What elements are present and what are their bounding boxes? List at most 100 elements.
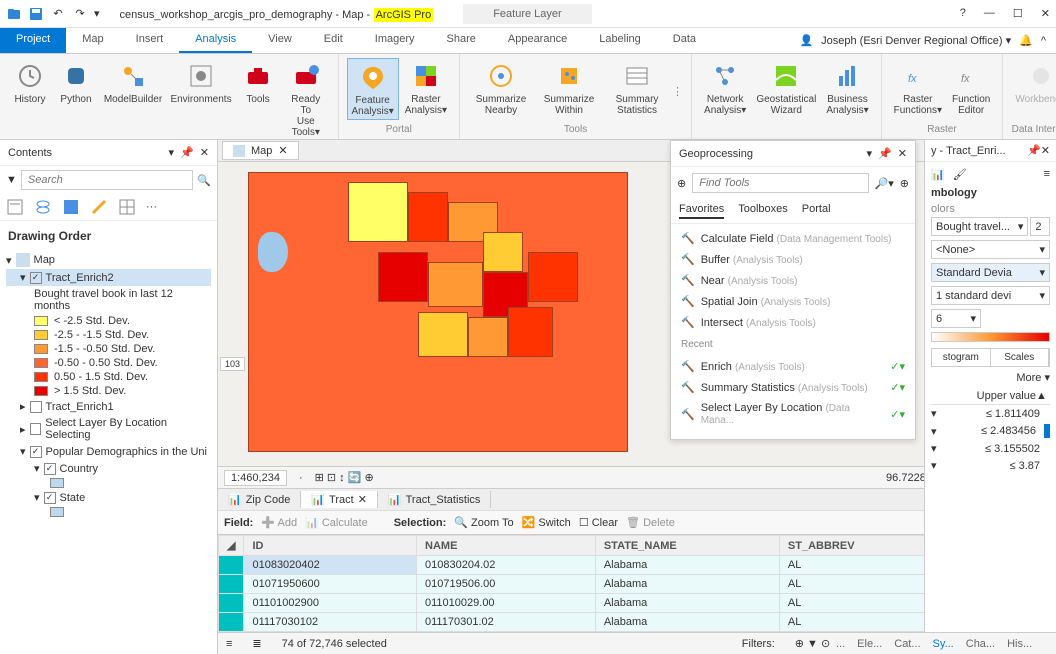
toc-layer-tract-enrich1[interactable]: ▸Tract_Enrich1 xyxy=(6,398,211,415)
footer-tab-cat[interactable]: Cat... xyxy=(888,638,926,650)
map-tools-icons[interactable]: ⊞ ⊡ ↕ 🔄 ⊕ xyxy=(315,471,374,484)
footer-tab-ele[interactable]: Ele... xyxy=(851,638,888,650)
filter-icon[interactable]: ▼ xyxy=(6,174,17,186)
gp-tool-item[interactable]: 🔨Spatial Join (Analysis Tools) xyxy=(671,291,915,312)
attr-tab-tract[interactable]: 📊 Tract ✕ xyxy=(301,491,378,508)
sym-more-button[interactable]: More ▾ xyxy=(931,367,1050,388)
tab-view[interactable]: View xyxy=(252,28,308,53)
sym-method-dd[interactable]: Standard Devia▾ xyxy=(931,263,1050,282)
clear-button[interactable]: ☐ Clear xyxy=(579,516,618,529)
list-by-editing-icon[interactable] xyxy=(90,198,108,216)
sym-field-count[interactable]: 2 xyxy=(1030,217,1050,236)
sym-tab-scales[interactable]: Scales xyxy=(991,349,1050,366)
sym-menu-icon[interactable]: ≡ xyxy=(1044,168,1050,181)
calculate-button[interactable]: 📊 Calculate xyxy=(305,516,368,529)
gp-search-icon[interactable]: 🔎▾ xyxy=(875,177,894,190)
sym-norm-dd[interactable]: <None>▾ xyxy=(931,240,1050,259)
help-button[interactable]: ? xyxy=(960,7,966,20)
gp-tool-item[interactable]: 🔨Near (Analysis Tools) xyxy=(671,270,915,291)
python-button[interactable]: Python xyxy=(54,58,98,107)
tab-analysis[interactable]: Analysis xyxy=(179,28,252,53)
undo-icon[interactable]: ↶ xyxy=(50,6,66,22)
gp-search-input[interactable] xyxy=(692,173,868,193)
toc-sublayer-country[interactable]: ▾✓Country xyxy=(6,460,211,477)
open-project-icon[interactable] xyxy=(6,6,22,22)
footer-tab-sy[interactable]: Sy... xyxy=(927,638,960,650)
sym-class-row[interactable]: ▾≤ 3.155502 xyxy=(931,440,1050,457)
toc-layer-demographics[interactable]: ▾✓Popular Demographics in the Uni xyxy=(6,443,211,460)
bell-icon[interactable]: 🔔 xyxy=(1019,34,1033,47)
gp-tool-item[interactable]: 🔨Enrich (Analysis Tools)✓▾ xyxy=(671,356,915,377)
gp-tool-item[interactable]: 🔨Buffer (Analysis Tools) xyxy=(671,249,915,270)
tab-data[interactable]: Data xyxy=(657,28,712,53)
function-editor-button[interactable]: fxFunction Editor xyxy=(948,58,994,118)
toc-layer-tract-enrich2[interactable]: ▾✓Tract_Enrich2 xyxy=(6,269,211,286)
tab-share[interactable]: Share xyxy=(431,28,492,53)
sym-class-row[interactable]: ▾≤ 1.811409 xyxy=(931,405,1050,422)
tab-imagery[interactable]: Imagery xyxy=(359,28,431,53)
toc-sublayer-state[interactable]: ▾✓State xyxy=(6,489,211,506)
raster-analysis-button[interactable]: Raster Analysis▾ xyxy=(401,58,451,118)
gp-back-icon[interactable]: ⊕ xyxy=(677,177,686,190)
close-button[interactable]: ✕ xyxy=(1041,7,1050,20)
list-by-selection-icon[interactable] xyxy=(62,198,80,216)
contents-more-icon[interactable]: ··· xyxy=(146,201,157,213)
color-ramp[interactable] xyxy=(931,332,1050,342)
tab-insert[interactable]: Insert xyxy=(120,28,180,53)
filter-icons[interactable]: ⊕ ▼ ⊙ xyxy=(795,637,830,650)
delete-button[interactable]: 🗑 Delete xyxy=(626,516,675,529)
contents-menu-icon[interactable]: ▾ xyxy=(169,146,175,159)
search-icon[interactable]: 🔍 xyxy=(197,174,211,187)
scale-input[interactable]: 1:460,234 xyxy=(224,470,287,486)
add-field-button[interactable]: ➕ Add xyxy=(261,516,297,529)
tab-project[interactable]: Project xyxy=(0,28,66,53)
gp-menu-icon[interactable]: ▾ xyxy=(867,147,873,160)
contents-search-input[interactable] xyxy=(21,170,193,190)
toc-map[interactable]: ▾Map xyxy=(6,251,211,269)
collapse-ribbon-icon[interactable]: ^ xyxy=(1041,35,1046,47)
environments-button[interactable]: Environments xyxy=(168,58,234,107)
sym-interval-dd[interactable]: 1 standard devi▾ xyxy=(931,286,1050,305)
business-analysis-button[interactable]: Business Analysis▾ xyxy=(822,58,872,118)
context-tab-feature-layer[interactable]: Feature Layer xyxy=(463,4,591,24)
gp-tab-toolboxes[interactable]: Toolboxes xyxy=(738,203,788,219)
list-by-source-icon[interactable] xyxy=(34,198,52,216)
gp-tool-item[interactable]: 🔨Select Layer By Location (Data Mana...✓… xyxy=(671,398,915,430)
tab-map[interactable]: Map xyxy=(66,28,119,53)
map-tab-close-icon[interactable]: ✕ xyxy=(278,144,287,157)
gp-tool-item[interactable]: 🔨Calculate Field (Data Management Tools) xyxy=(671,228,915,249)
sym-tab-histogram[interactable]: stogram xyxy=(932,349,991,366)
summarize-within-button[interactable]: Summarize Within xyxy=(536,58,602,118)
footer-tab-0[interactable]: ... xyxy=(830,638,851,650)
tab-edit[interactable]: Edit xyxy=(308,28,359,53)
show-selected-icon[interactable]: ≣ xyxy=(252,637,261,650)
network-analysis-button[interactable]: Network Analysis▾ xyxy=(700,58,750,118)
contents-pin-icon[interactable]: 📌 xyxy=(180,146,194,159)
summary-statistics-button[interactable]: Summary Statistics xyxy=(604,58,670,118)
gp-tab-portal[interactable]: Portal xyxy=(802,203,831,219)
tools-more-icon[interactable]: ⋮ xyxy=(672,85,683,98)
gp-close-icon[interactable]: ✕ xyxy=(898,147,907,160)
sym-mode-1-icon[interactable]: 📊 xyxy=(931,168,945,181)
list-by-drawing-icon[interactable] xyxy=(6,198,24,216)
gp-tool-item[interactable]: 🔨Intersect (Analysis Tools) xyxy=(671,312,915,333)
show-all-icon[interactable]: ≡ xyxy=(226,638,232,650)
gp-tab-favorites[interactable]: Favorites xyxy=(679,203,724,219)
workbench-button[interactable]: Workbench xyxy=(1011,58,1056,107)
gp-pin-icon[interactable]: 📌 xyxy=(878,147,892,160)
gp-tool-item[interactable]: 🔨Summary Statistics (Analysis Tools)✓▾ xyxy=(671,377,915,398)
sym-mode-2-icon[interactable]: 🖌 xyxy=(953,168,967,181)
ready-tools-button[interactable]: Ready To Use Tools▾ xyxy=(282,58,330,140)
redo-icon[interactable]: ↷ xyxy=(72,6,88,22)
modelbuilder-button[interactable]: ModelBuilder xyxy=(100,58,166,107)
user-name[interactable]: Joseph (Esri Denver Regional Office) ▾ xyxy=(821,34,1011,47)
list-by-snapping-icon[interactable] xyxy=(118,198,136,216)
attr-tab-tract-stats[interactable]: 📊 Tract_Statistics xyxy=(378,491,491,508)
raster-functions-button[interactable]: fxRaster Functions▾ xyxy=(890,58,946,118)
sym-class-row[interactable]: ▾≤ 2.483456 xyxy=(931,422,1050,440)
footer-tab-his[interactable]: His... xyxy=(1001,638,1038,650)
switch-button[interactable]: 🔀 Switch xyxy=(522,516,571,529)
map-tab[interactable]: Map✕ xyxy=(222,141,299,160)
toc-layer-select-by-location[interactable]: ▸Select Layer By Location Selecting xyxy=(6,415,211,443)
tools-button[interactable]: Tools xyxy=(236,58,280,107)
